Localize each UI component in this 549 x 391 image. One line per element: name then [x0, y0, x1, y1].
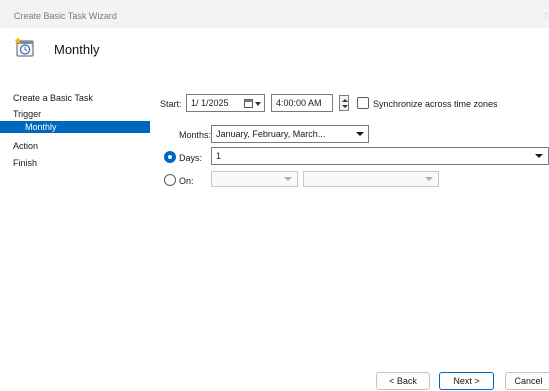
page-title: Monthly: [54, 42, 100, 57]
close-icon[interactable]: :: [544, 10, 547, 20]
calendar-clock-icon: [14, 36, 36, 58]
sync-timezones-label: Synchronize across time zones: [373, 99, 498, 109]
days-dropdown[interactable]: 1: [211, 147, 549, 165]
title-bar: Create Basic Task Wizard :: [0, 0, 549, 28]
time-spin-buttons[interactable]: [339, 95, 349, 111]
days-radio[interactable]: [164, 151, 176, 163]
months-dropdown[interactable]: January, February, March...: [211, 125, 369, 143]
start-label: Start:: [160, 99, 182, 109]
sync-timezones-checkbox[interactable]: [357, 97, 369, 109]
days-value: 1: [216, 151, 222, 161]
sidebar-item-monthly[interactable]: Monthly: [0, 121, 150, 133]
next-button[interactable]: Next >: [439, 372, 494, 390]
on-label: On:: [179, 176, 194, 186]
spin-down-icon[interactable]: [342, 105, 348, 108]
sidebar-item-trigger[interactable]: Trigger: [0, 108, 150, 120]
calendar-dropdown-icon[interactable]: [244, 98, 262, 108]
chevron-down-icon: [356, 132, 364, 136]
on-radio[interactable]: [164, 174, 176, 186]
start-time-field[interactable]: 4:00:00 AM: [271, 94, 333, 112]
sidebar-item-create-basic-task[interactable]: Create a Basic Task: [0, 92, 150, 104]
window-title: Create Basic Task Wizard: [14, 11, 117, 21]
start-time-value: 4:00:00 AM: [276, 98, 322, 108]
months-value: January, February, March...: [216, 129, 326, 139]
chevron-down-icon: [535, 154, 543, 158]
back-button[interactable]: < Back: [376, 372, 430, 390]
days-label: Days:: [179, 153, 203, 163]
chevron-down-icon: [425, 177, 433, 181]
on-weekday-dropdown[interactable]: [303, 171, 439, 187]
months-label: Months:: [179, 130, 212, 140]
sidebar-item-finish[interactable]: Finish: [0, 157, 150, 169]
cancel-button[interactable]: Cancel: [505, 372, 549, 390]
sidebar-item-action[interactable]: Action: [0, 140, 150, 152]
start-date-picker[interactable]: 1/ 1/2025: [186, 94, 265, 112]
chevron-down-icon: [284, 177, 292, 181]
spin-up-icon[interactable]: [342, 99, 348, 102]
on-week-dropdown[interactable]: [211, 171, 298, 187]
start-date-value: 1/ 1/2025: [191, 98, 229, 108]
